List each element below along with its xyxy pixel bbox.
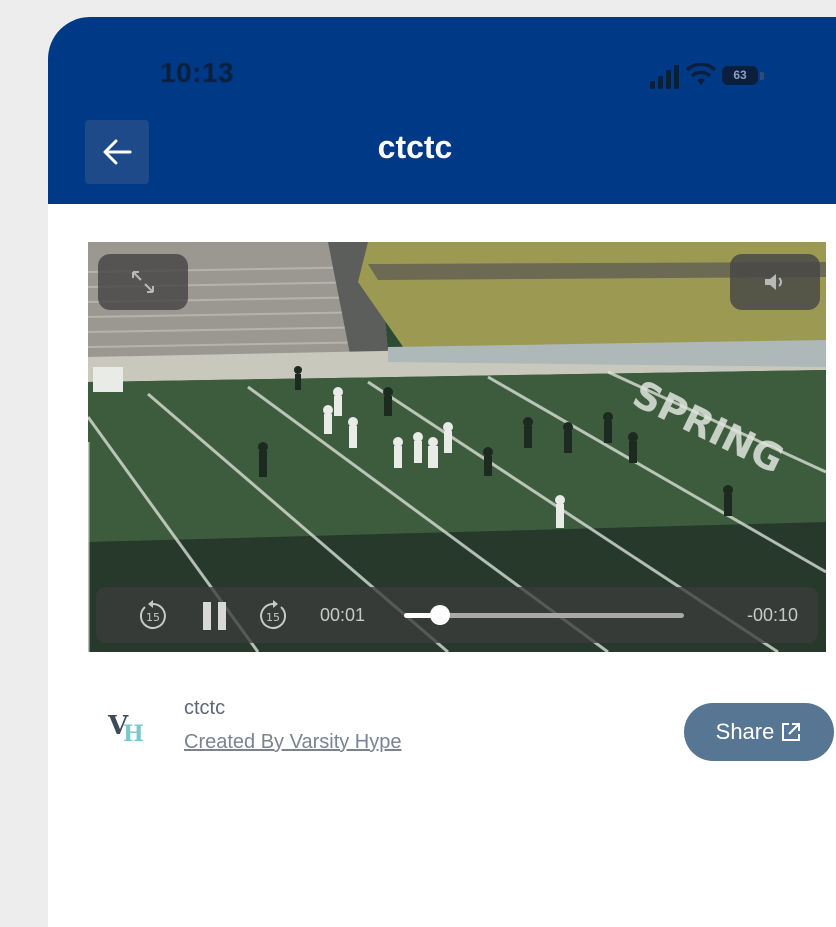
share-button[interactable]: Share xyxy=(684,703,834,761)
status-icons: 63 xyxy=(650,63,800,89)
forward-seconds: 15 xyxy=(266,611,280,624)
video-info: VH ctctc Created By Varsity Hype Share xyxy=(88,697,836,777)
volume-button[interactable] xyxy=(730,254,820,310)
pause-icon[interactable] xyxy=(200,601,230,631)
video-controls: 15 15 00:01 -00:10 xyxy=(96,587,818,643)
battery-tip xyxy=(760,72,764,80)
battery-icon: 63 xyxy=(722,66,758,85)
varsity-hype-logo: VH xyxy=(108,711,144,747)
fullscreen-button[interactable] xyxy=(98,254,188,310)
forward-15-icon[interactable]: 15 xyxy=(256,599,290,633)
progress-handle[interactable] xyxy=(430,605,451,625)
video-player[interactable]: SPRING 15 15 00:01 -00:10 xyxy=(88,242,826,652)
progress-slider[interactable] xyxy=(404,605,684,625)
video-title: ctctc xyxy=(184,697,226,719)
phone-screen: 10:13 63 ctctc SPRING 15 15 00:01 -00:10… xyxy=(48,17,836,927)
share-label: Share xyxy=(715,719,775,744)
wifi-icon xyxy=(686,63,716,85)
current-time: 00:01 xyxy=(320,605,366,625)
rewind-seconds: 15 xyxy=(146,611,160,624)
signal-icon xyxy=(674,65,679,89)
status-time: 10:13 xyxy=(160,57,235,88)
signal-icon xyxy=(650,81,655,89)
speaker-icon xyxy=(765,274,782,290)
header-bar: 10:13 63 ctctc xyxy=(48,17,836,204)
external-link-icon xyxy=(782,723,801,741)
signal-icon xyxy=(658,76,663,89)
signal-icon xyxy=(666,70,671,89)
creator-link[interactable]: Created By Varsity Hype xyxy=(184,731,402,754)
page-title: ctctc xyxy=(377,129,453,165)
remaining-time: -00:10 xyxy=(746,605,798,625)
expand-icon xyxy=(132,271,154,293)
rewind-15-icon[interactable]: 15 xyxy=(136,599,170,633)
